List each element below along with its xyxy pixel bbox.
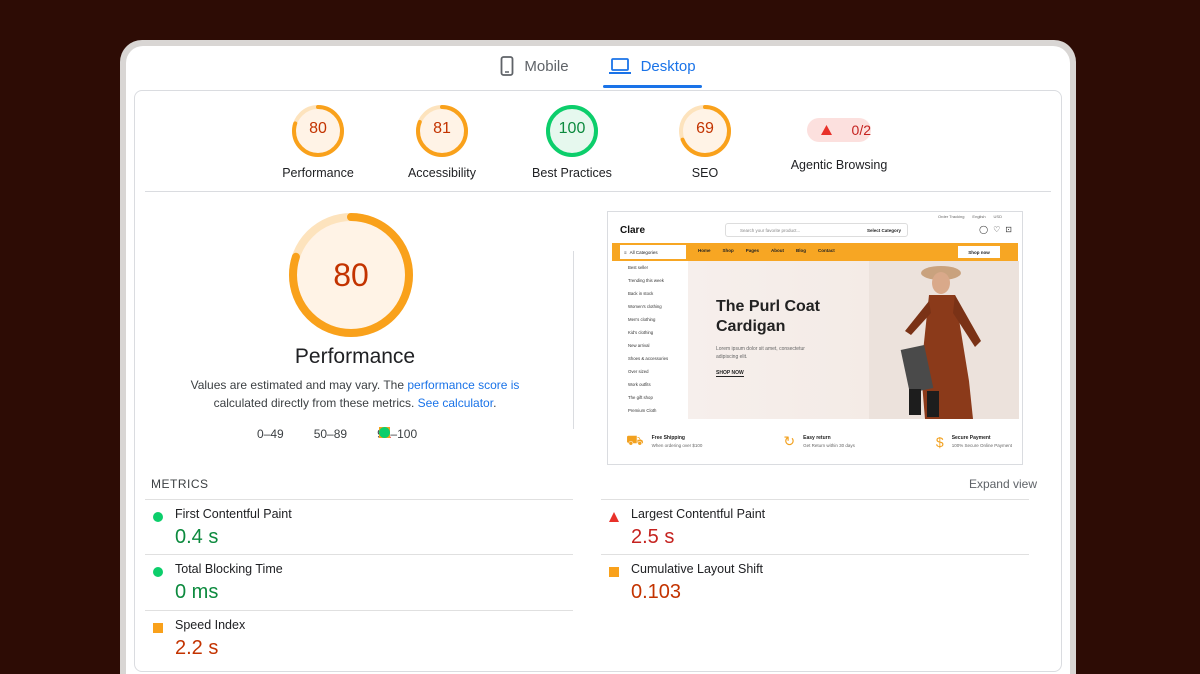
metric-name: Cumulative Layout Shift (631, 562, 764, 576)
agentic-badge: 0/2 (807, 118, 871, 142)
score-gauges: 80 Performance 81 Accessibility 100 Best… (135, 103, 1061, 183)
preview-hero-text: Lorem ipsum dolor sit amet, consectetur … (716, 346, 805, 360)
phone-icon (500, 56, 514, 76)
performance-description: Values are estimated and may vary. The p… (190, 378, 520, 410)
device-tabs: Mobile Desktop (126, 46, 1070, 92)
preview-hero-title: The Purl Coat Cardigan (716, 298, 821, 335)
preview-feature: ↻ Easy return Get Return within 30 days (783, 433, 855, 449)
performance-score: 80 (333, 257, 369, 293)
metric-fcp: First Contentful Paint 0.4 s (145, 499, 573, 555)
green-circle-icon (379, 427, 390, 438)
legend-average: 50–89 (314, 427, 390, 441)
preview-nav-bar: ≡ All Categories Home Shop Pages About B… (612, 243, 1018, 261)
metric-name: First Contentful Paint (175, 507, 292, 521)
preview-category-list: Best seller Trending this week Back in s… (612, 261, 686, 415)
gauge-value: 100 (558, 120, 586, 137)
preview-hero-cta: SHOP NOW (716, 370, 744, 377)
warning-triangle-icon (820, 125, 832, 135)
divider (145, 191, 1051, 192)
preview-feature: ⛟ Free Shipping When ordering over $100 (626, 432, 702, 451)
gauge-value: 81 (433, 120, 451, 137)
performance-score-link[interactable]: performance score is (407, 378, 519, 392)
score-legend: 0–49 50–89 90–100 (257, 427, 417, 441)
preview-hero-banner: The Purl Coat Cardigan Lorem ipsum dolor… (688, 261, 1019, 419)
metric-value: 0 ms (175, 581, 219, 603)
performance-summary: 80 Performance Values are estimated and … (165, 211, 545, 441)
metric-value: 2.2 s (175, 637, 219, 659)
gauge-performance[interactable]: 80 Performance (248, 103, 388, 180)
report-window: Mobile Desktop 80 Performance 81 Accessi… (126, 46, 1070, 674)
preview-search: Search your favorite product... Select C… (725, 223, 908, 237)
metric-speed-index: Speed Index 2.2 s (145, 610, 573, 666)
preview-header-icons: ◯ ♡ ⊡ (979, 225, 1012, 234)
green-circle-icon (153, 567, 163, 577)
gauge-label: SEO (691, 166, 719, 180)
orange-square-icon (609, 567, 619, 577)
metric-value: 0.4 s (175, 526, 219, 548)
gauge-label: Agentic Browsing (790, 158, 888, 172)
metric-cls: Cumulative Layout Shift 0.103 (601, 554, 1029, 610)
gauge-value: 69 (696, 120, 714, 137)
see-calculator-link[interactable]: See calculator (418, 396, 493, 410)
tab-desktop[interactable]: Desktop (602, 46, 702, 88)
model-photo (869, 261, 1019, 419)
gauge-value: 80 (309, 120, 327, 137)
cart-icon: ⊡ (1005, 225, 1012, 234)
legend-good: 90–100 (377, 427, 418, 441)
expand-view-button[interactable]: Expand view (969, 477, 1037, 491)
menu-icon: ≡ (624, 249, 627, 255)
gauge-accessibility[interactable]: 81 Accessibility (372, 103, 512, 180)
preview-feature-strip: ⛟ Free Shipping When ordering over $100 ↻… (626, 432, 1012, 451)
user-icon: ◯ (979, 225, 989, 234)
laptop-icon (608, 58, 631, 74)
gauge-agentic-browsing[interactable]: 0/2 Agentic Browsing (767, 103, 911, 172)
tab-desktop-label: Desktop (640, 57, 696, 75)
preview-all-categories: ≡ All Categories (620, 245, 686, 259)
report-panel: 80 Performance 81 Accessibility 100 Best… (134, 90, 1062, 672)
preview-top-links: Order Tracking English USD (937, 214, 1002, 219)
red-triangle-icon (609, 512, 619, 522)
vertical-divider (573, 251, 574, 429)
tab-mobile-label: Mobile (524, 57, 569, 75)
gauge-label: Performance (282, 166, 354, 180)
metrics-heading: METRICS (151, 477, 209, 491)
gauge-label: Accessibility (407, 166, 477, 180)
gauge-seo[interactable]: 69 SEO (635, 103, 775, 180)
metric-name: Speed Index (175, 618, 246, 632)
legend-poor: 0–49 (257, 427, 391, 441)
tab-mobile[interactable]: Mobile (494, 46, 574, 86)
page-screenshot-preview[interactable]: Order Tracking English USD Clare Search … (607, 211, 1023, 465)
gauge-label: Best Practices (532, 166, 612, 180)
money-bag-icon: $ (935, 433, 944, 450)
preview-logo: Clare (620, 225, 646, 236)
browser-frame: Mobile Desktop 80 Performance 81 Accessi… (120, 40, 1076, 674)
metric-name: Largest Contentful Paint (631, 507, 766, 521)
orange-square-icon (153, 623, 163, 633)
metric-value: 0.103 (631, 581, 682, 603)
heart-icon: ♡ (993, 225, 1001, 234)
gauge-best-practices[interactable]: 100 Best Practices (502, 103, 642, 180)
preview-nav-links: Home Shop Pages About Blog Contact (698, 248, 835, 253)
performance-title: Performance (294, 345, 416, 368)
metric-lcp: Largest Contentful Paint 2.5 s (601, 499, 1029, 555)
agentic-value: 0/2 (851, 122, 871, 138)
truck-icon: ⛟ (626, 432, 644, 448)
metric-name: Total Blocking Time (175, 562, 283, 576)
metric-tbt: Total Blocking Time 0 ms (145, 554, 573, 610)
preview-shop-now-button: Shop now (958, 246, 1000, 258)
green-circle-icon (153, 512, 163, 522)
return-icon: ↻ (783, 433, 796, 449)
metric-value: 2.5 s (631, 526, 675, 548)
preview-feature: $ Secure Payment 100% Secure Online Payme… (935, 433, 1012, 450)
